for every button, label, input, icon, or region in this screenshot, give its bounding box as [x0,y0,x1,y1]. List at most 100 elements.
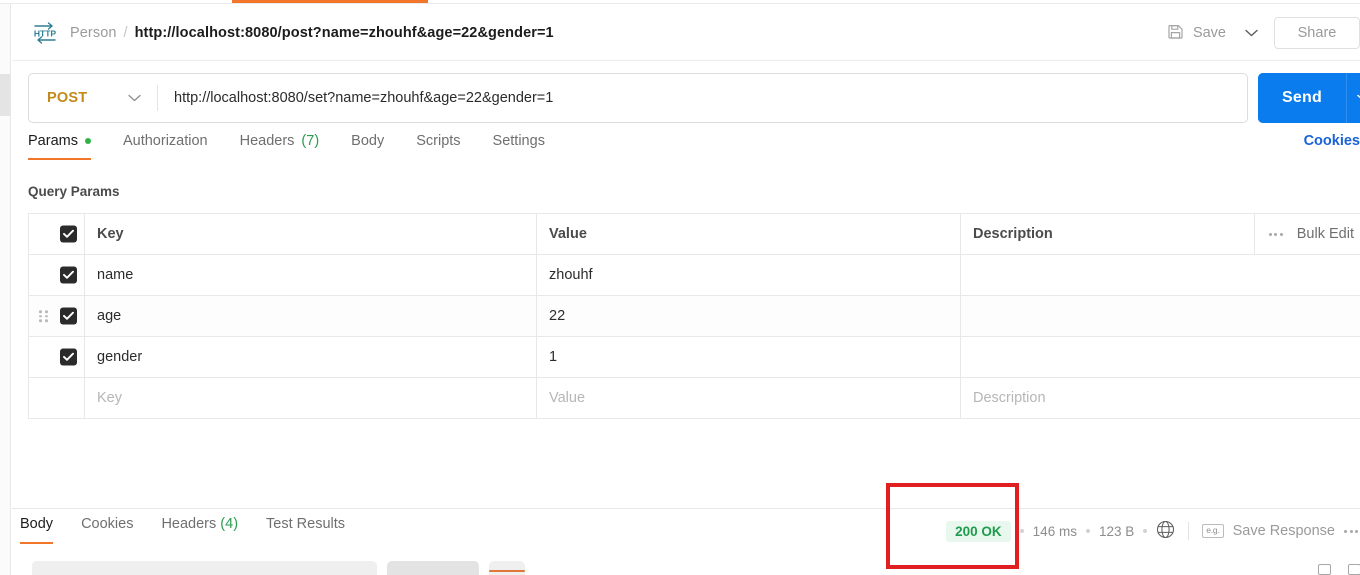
save-options-caret[interactable] [1236,18,1266,48]
status-badge: 200 OK [946,520,1011,542]
response-body-toolbar [12,561,1360,575]
row-key[interactable]: gender [85,337,537,377]
meta-separator-dot [1019,529,1024,533]
response-splitter[interactable] [12,494,1360,508]
floppy-disk-icon [1167,23,1184,44]
meta-separator-dot [1143,529,1148,533]
row-description[interactable] [961,296,1360,336]
ellipsis-icon[interactable] [1268,232,1283,236]
http-icon: HTTP [32,21,58,45]
send-group: Send [1258,73,1360,123]
response-size: 123 B [1098,523,1135,539]
bulk-edit-button[interactable]: Bulk Edit [1297,226,1354,242]
response-tab-test-results[interactable]: Test Results [266,516,345,544]
share-button[interactable]: Share [1274,17,1360,49]
svg-text:HTTP: HTTP [34,29,57,39]
response-tab-test-results-label: Test Results [266,516,346,532]
response-tab-headers[interactable]: Headers (4) [161,516,238,544]
tab-scripts-label: Scripts [416,133,461,149]
row-key[interactable]: name [85,255,537,295]
table-row-empty[interactable]: Key Value Description [29,378,1360,419]
select-all-checkbox[interactable] [60,225,77,243]
drag-handle-icon[interactable] [39,310,48,322]
tab-authorization-label: Authorization [122,133,208,149]
request-header: HTTP Person / http://localhost:8080/post… [12,5,1360,61]
row-key[interactable]: age [85,296,537,336]
chevron-down-icon [128,94,141,102]
row-checkbox[interactable] [60,266,77,284]
breadcrumb-collection[interactable]: Person [70,25,117,41]
row-description[interactable] [961,255,1360,295]
row-value[interactable]: 22 [537,296,961,336]
example-icon: e.g. [1202,524,1224,538]
query-params-title: Query Params [28,184,120,199]
sidebar-collapsed-item[interactable] [0,74,10,116]
response-tab-body[interactable]: Body [20,516,54,544]
table-row[interactable]: name zhouhf [29,255,1360,296]
column-header-key: Key [85,214,537,254]
row-checkbox[interactable] [60,348,77,366]
response-tab-cookies[interactable]: Cookies [81,516,133,544]
url-bar-row: POST Send [12,70,1360,126]
row-value[interactable]: zhouhf [537,255,961,295]
new-value-input[interactable]: Value [537,378,961,418]
tab-scripts[interactable]: Scripts [416,133,460,160]
globe-icon[interactable] [1156,520,1175,542]
active-tab-indicator [232,0,428,3]
tab-headers-label: Headers [239,133,295,149]
query-params-table: Key Value Description Bulk Edit name zho… [28,213,1360,419]
send-button[interactable]: Send [1258,73,1346,123]
row-checkbox[interactable] [60,307,77,325]
tab-headers[interactable]: Headers (7) [240,133,320,160]
request-tabs: Params Authorization Headers (7) Body Sc… [12,133,1360,171]
response-tab-cookies-label: Cookies [81,516,134,532]
row-description[interactable] [961,337,1360,377]
toolbar-active-indicator [489,570,525,572]
postman-window: HTTP Person / http://localhost:8080/post… [0,0,1360,575]
response-tab-headers-count: (4) [220,516,239,532]
tab-body-label: Body [351,133,385,149]
new-key-input[interactable]: Key [85,378,537,418]
tab-authorization[interactable]: Authorization [123,133,208,160]
save-label: Save [1192,25,1226,41]
new-description-input[interactable]: Description [961,378,1360,418]
share-label: Share [1297,25,1337,41]
method-select[interactable]: POST [29,74,157,122]
save-response-button[interactable]: Save Response [1233,523,1335,539]
tab-strip [0,0,1360,4]
tab-params-label: Params [28,133,78,149]
row-value[interactable]: 1 [537,337,961,377]
bulk-edit-group: Bulk Edit [1253,214,1360,254]
toolbar-pill-format[interactable] [387,561,479,575]
meta-separator-dot [1085,529,1090,533]
cookies-link[interactable]: Cookies [1304,133,1360,149]
table-row[interactable]: age 22 [29,296,1360,337]
tab-params[interactable]: Params [28,133,91,160]
page-title[interactable]: http://localhost:8080/post?name=zhouhf&a… [135,25,554,41]
send-options-caret[interactable] [1345,73,1360,123]
table-row[interactable]: gender 1 [29,337,1360,378]
toolbar-icon-left[interactable] [1318,564,1331,575]
tab-settings[interactable]: Settings [493,133,545,160]
save-button[interactable]: Save [1159,17,1236,50]
tab-body[interactable]: Body [351,133,384,160]
row-handle-cell [29,255,85,295]
meta-divider [1188,522,1190,540]
params-modified-dot [84,138,91,144]
toolbar-pill-viewmode[interactable] [32,561,377,575]
row-handle-cell [29,378,85,418]
toolbar-pill-extra[interactable] [489,561,525,575]
left-sidebar-rail[interactable] [0,4,11,575]
toolbar-icon-right[interactable] [1348,564,1360,575]
response-time: 146 ms [1032,523,1077,539]
response-tab-body-label: Body [20,516,54,532]
tab-headers-count: (7) [301,133,320,149]
tab-settings-label: Settings [492,133,545,149]
response-meta: 200 OK 146 ms 123 B e.g. Save Response [946,519,1360,543]
response-more-icon[interactable] [1344,529,1358,533]
header-checkbox-cell [29,214,85,254]
url-input[interactable] [158,74,1247,122]
response-tab-headers-label: Headers [161,516,217,532]
column-header-value: Value [537,214,961,254]
table-header-row: Key Value Description Bulk Edit [29,214,1360,255]
